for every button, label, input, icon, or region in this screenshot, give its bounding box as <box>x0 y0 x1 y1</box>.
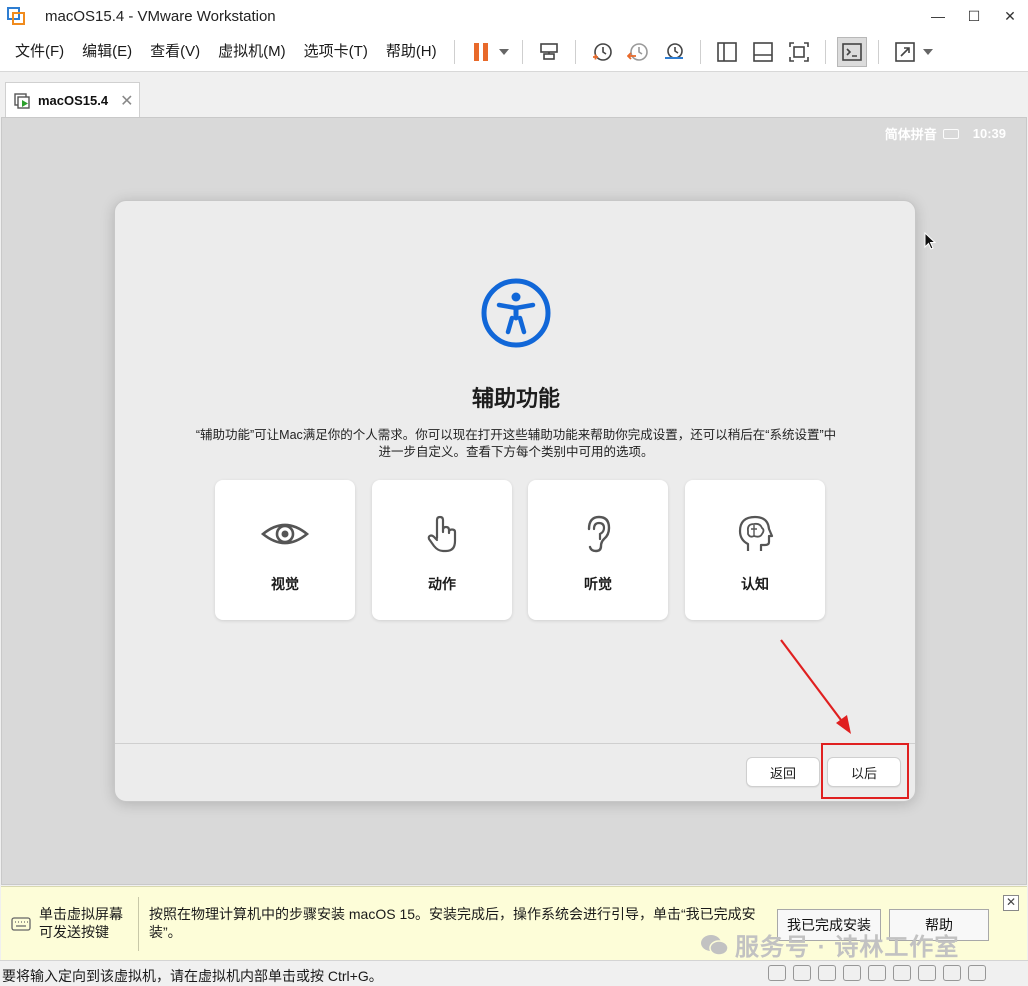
card-label: 认知 <box>741 576 769 592</box>
cd-dvd-icon[interactable] <box>793 965 811 981</box>
toolbar-divider <box>699 39 701 64</box>
fullscreen-icon[interactable] <box>890 37 920 67</box>
network-icon[interactable] <box>818 965 836 981</box>
tab-strip: macOS15.4 ✕ <box>0 72 1028 118</box>
minimize-button[interactable]: — <box>920 0 956 32</box>
mouse-cursor-icon <box>924 232 936 250</box>
menu-toolbar: 文件(F) 编辑(E) 查看(V) 虚拟机(M) 选项卡(T) 帮助(H) <box>0 32 1028 72</box>
thumbnail-icon[interactable] <box>748 37 778 67</box>
usb-icon[interactable] <box>868 965 886 981</box>
wireless-icon[interactable] <box>918 965 936 981</box>
back-button[interactable]: 返回 <box>746 757 820 787</box>
keyboard-icon <box>942 128 959 139</box>
status-text: 要将输入定向到该虚拟机，请在虚拟机内部单击或按 Ctrl+G。 <box>2 968 383 984</box>
notification-divider <box>138 897 139 951</box>
close-icon[interactable]: ✕ <box>1003 895 1019 911</box>
pause-icon[interactable] <box>466 37 496 67</box>
eye-icon <box>260 514 310 554</box>
accessibility-icon <box>480 277 552 349</box>
send-keys-hint: 单击虚拟屏幕可发送按键 <box>39 906 123 940</box>
hard-disk-icon[interactable] <box>768 965 786 981</box>
toolbar-divider <box>824 39 826 64</box>
sound-icon[interactable] <box>843 965 861 981</box>
display-icon[interactable] <box>943 965 961 981</box>
menu-view[interactable]: 查看(V) <box>141 32 209 72</box>
toolbar-divider <box>521 39 523 64</box>
hand-pointer-icon <box>417 514 467 554</box>
vmware-logo-icon <box>7 7 25 25</box>
maximize-button[interactable]: ☐ <box>956 0 992 32</box>
install-message: 按照在物理计算机中的步骤安装 macOS 15。安装完成后，操作系统会进行引导，… <box>149 906 756 940</box>
wechat-icon <box>701 934 729 956</box>
keyboard-icon <box>11 917 31 931</box>
card-label: 听觉 <box>584 576 612 592</box>
install-notification-bar: 单击虚拟屏幕可发送按键 按照在物理计算机中的步骤安装 macOS 15。安装完成… <box>1 886 1027 962</box>
dialog-title: 辅助功能 <box>471 386 560 411</box>
menu-vm[interactable]: 虚拟机(M) <box>209 32 295 72</box>
menu-file[interactable]: 文件(F) <box>6 32 73 72</box>
console-view-icon[interactable] <box>836 36 867 67</box>
close-icon[interactable]: ✕ <box>120 91 133 111</box>
chevron-down-icon[interactable] <box>921 37 935 67</box>
annotation-highlight-box <box>821 743 909 799</box>
tab-label: macOS15.4 <box>38 93 109 108</box>
snapshot-manager-icon[interactable] <box>659 37 689 67</box>
tab-macos[interactable]: macOS15.4 ✕ <box>5 82 140 118</box>
ear-icon <box>573 514 623 554</box>
vm-display[interactable]: 简体拼音 10:39 辅助功能 “辅助功能”可让Mac满足你的个人需求。你可以现… <box>1 117 1027 885</box>
status-bar: 要将输入定向到该虚拟机，请在虚拟机内部单击或按 Ctrl+G。 <box>0 960 1028 986</box>
card-label: 视觉 <box>271 576 299 592</box>
card-motor[interactable]: 动作 <box>372 480 512 620</box>
printer-icon[interactable] <box>893 965 911 981</box>
toolbar-divider <box>574 39 576 64</box>
watermark-text: 服务号 · 诗林工作室 <box>735 934 960 961</box>
device-icons <box>768 965 993 981</box>
fit-guest-icon[interactable] <box>784 37 814 67</box>
toolbar-divider <box>877 39 879 64</box>
menu-tabs[interactable]: 选项卡(T) <box>295 32 377 72</box>
guest-clock: 10:39 <box>972 126 1006 141</box>
title-bar: macOS15.4 - VMware Workstation — ☐ ✕ <box>0 0 1028 32</box>
watermark: 服务号 · 诗林工作室 <box>699 927 959 962</box>
vm-running-icon <box>14 92 32 110</box>
close-button[interactable]: ✕ <box>992 0 1028 32</box>
input-method-label[interactable]: 简体拼音 <box>885 124 937 143</box>
message-log-icon[interactable] <box>968 965 986 981</box>
card-cognitive[interactable]: 认知 <box>685 480 825 620</box>
snapshot-icon[interactable] <box>587 37 617 67</box>
toolbar-divider <box>453 39 455 64</box>
dialog-divider <box>115 743 915 744</box>
guest-menu-status: 简体拼音 10:39 <box>885 124 1006 143</box>
category-cards: 视觉 动作 听觉 认知 <box>215 480 827 620</box>
card-hearing[interactable]: 听觉 <box>528 480 668 620</box>
send-keys-icon[interactable] <box>534 37 564 67</box>
head-brain-icon <box>730 514 780 554</box>
dialog-description: “辅助功能”可让Mac满足你的个人需求。你可以现在打开这些辅助功能来帮助你完成设… <box>195 428 837 459</box>
card-vision[interactable]: 视觉 <box>215 480 355 620</box>
window-title: macOS15.4 - VMware Workstation <box>45 7 276 25</box>
menu-help[interactable]: 帮助(H) <box>377 32 446 72</box>
menu-edit[interactable]: 编辑(E) <box>73 32 141 72</box>
revert-snapshot-icon[interactable] <box>623 37 653 67</box>
accessibility-dialog: 辅助功能 “辅助功能”可让Mac满足你的个人需求。你可以现在打开这些辅助功能来帮… <box>114 200 916 802</box>
library-icon[interactable] <box>712 37 742 67</box>
card-label: 动作 <box>428 576 456 592</box>
chevron-down-icon[interactable] <box>497 37 511 67</box>
